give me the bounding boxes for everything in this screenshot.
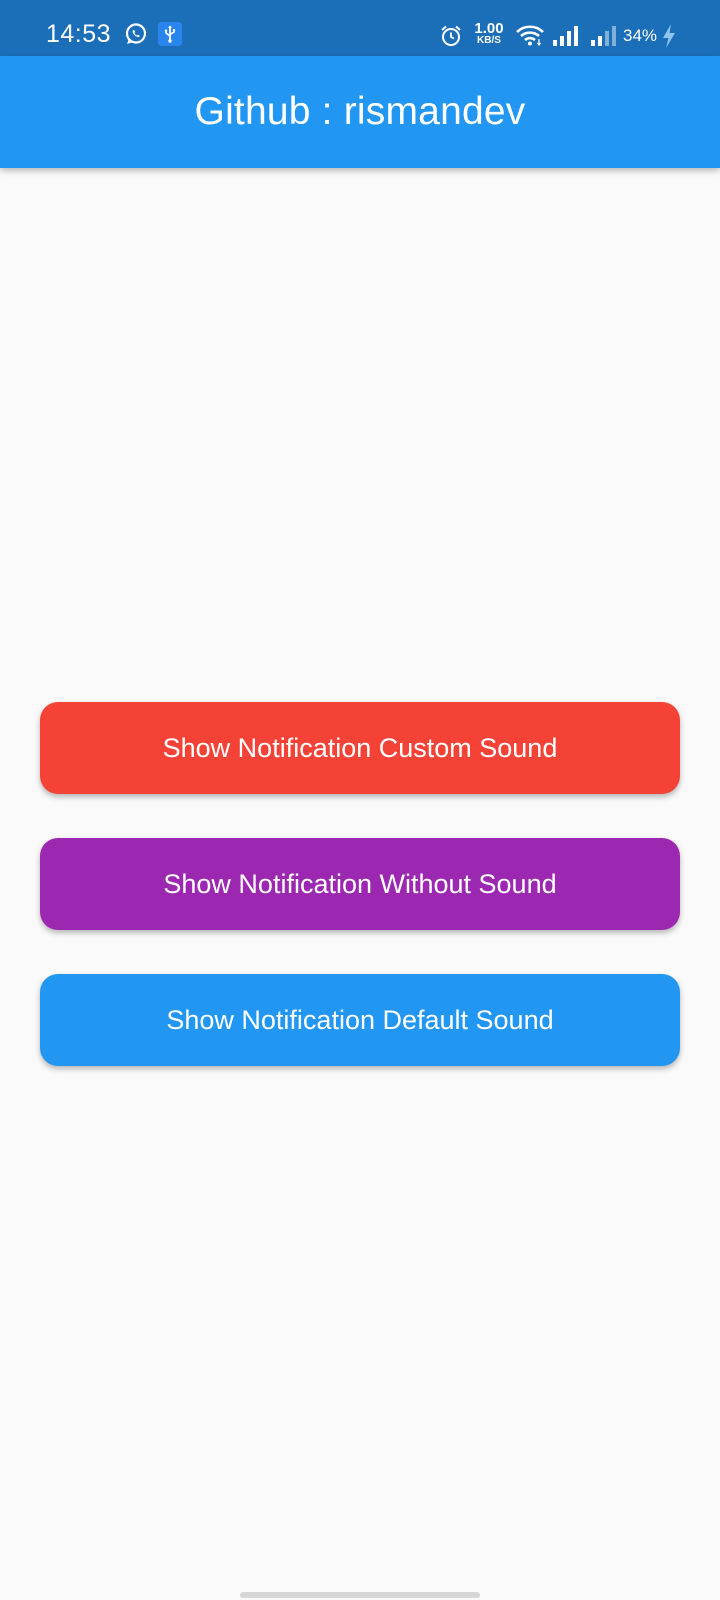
wifi-icon — [515, 24, 545, 51]
alarm-icon — [440, 25, 462, 52]
app-title: Github : rismandev — [194, 90, 526, 133]
signal-icon — [590, 26, 618, 51]
status-time: 14:53 — [46, 20, 112, 48]
network-speed-unit: KB/S — [477, 35, 501, 46]
network-speed-value: 1.00 — [474, 20, 504, 37]
show-notification-without-sound-button[interactable]: Show Notification Without Sound — [40, 838, 680, 930]
signal-icon — [552, 26, 580, 51]
show-notification-custom-sound-button[interactable]: Show Notification Custom Sound — [40, 702, 680, 794]
charging-icon — [662, 24, 676, 53]
app-screen: 14:53 1.00 KB/S 34% Github: rismandev S… — [0, 0, 720, 1600]
whatsapp-icon — [124, 22, 148, 51]
usb-icon — [158, 22, 182, 51]
navigation-gesture-handle[interactable] — [240, 1592, 480, 1598]
app-bar: Github : rismandev — [0, 56, 720, 168]
network-speed: 1.00 KB/S — [472, 21, 506, 46]
battery-percentage: 34% — [623, 26, 658, 45]
status-bar: 14:53 1.00 KB/S 34% — [0, 0, 720, 56]
show-notification-default-sound-button[interactable]: Show Notification Default Sound — [40, 974, 680, 1066]
